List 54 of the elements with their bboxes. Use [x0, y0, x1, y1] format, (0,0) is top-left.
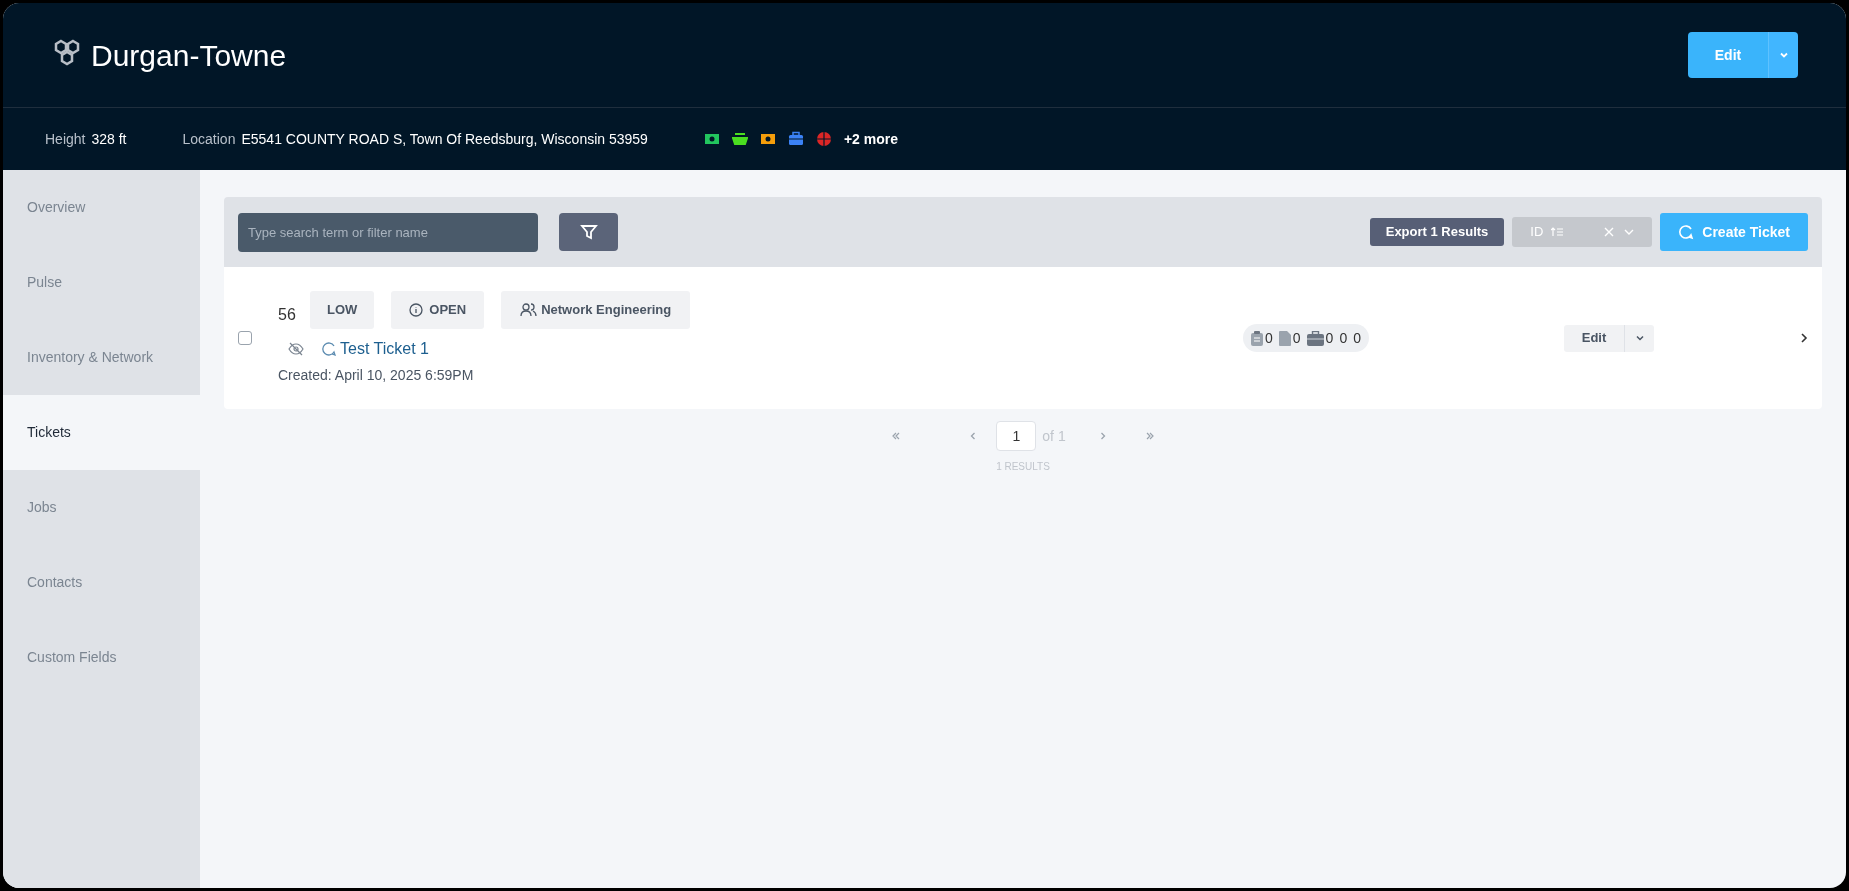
edit-button[interactable]: Edit	[1688, 32, 1768, 78]
ticket-id: 56	[278, 304, 297, 325]
caret-icon	[1778, 50, 1789, 60]
field-value: E5541 COUNTY ROAD S, Town Of Reedsburg, Wisconsin 53959	[241, 129, 648, 149]
eye-off-icon	[288, 341, 304, 356]
last-page-icon[interactable]	[1145, 432, 1154, 440]
sort-icon	[1551, 227, 1564, 237]
file-icon	[1278, 330, 1291, 346]
refresh-icon	[322, 341, 336, 356]
info-icon	[409, 302, 424, 317]
search-field[interactable]: Type search term or filter name	[238, 212, 538, 252]
sidebar-item[interactable]: Jobs	[3, 470, 200, 545]
clipboard-icon	[1251, 330, 1263, 346]
ticket-edit-button[interactable]: Edit	[1564, 324, 1624, 352]
field-label: Location	[182, 129, 236, 149]
ticket-title-link[interactable]: Test Ticket 1	[340, 336, 429, 361]
next-page-icon[interactable]	[1099, 432, 1106, 440]
team-text: Network Engineering	[541, 300, 672, 319]
priority-badge: LOW	[310, 290, 375, 329]
filter-button[interactable]	[559, 213, 618, 251]
count-value: 0	[1325, 328, 1334, 348]
previous-page-icon[interactable]	[970, 432, 977, 440]
clear-icon[interactable]	[1604, 227, 1615, 237]
ticket-checkbox[interactable]	[238, 331, 252, 345]
filter-icon	[578, 222, 599, 242]
created-date: Created: April 10, 2025 6:59PM	[278, 365, 475, 385]
sidebar-item[interactable]: Pulse	[3, 245, 200, 320]
first-page-icon[interactable]	[892, 432, 901, 440]
sidebar-item[interactable]: Inventory & Network	[3, 320, 200, 395]
dropdown-button[interactable]	[1768, 32, 1798, 78]
status-text: OPEN	[429, 300, 467, 319]
sidebar-item[interactable]: Contacts	[3, 545, 200, 620]
chevron-right-icon[interactable]	[1800, 332, 1808, 344]
caret-icon[interactable]	[1624, 227, 1635, 237]
briefcase-icon	[1306, 330, 1324, 346]
field-value: 328 ft	[91, 129, 127, 149]
page-field[interactable]: 1	[996, 421, 1037, 451]
users-icon	[520, 302, 538, 317]
more-tags-link[interactable]: +2 more	[843, 128, 898, 150]
field-label: Height	[45, 129, 86, 149]
sidebar-item[interactable]: Overview	[3, 170, 200, 245]
refresh-icon	[1678, 224, 1695, 240]
site-title: Durgan-Towne	[91, 37, 287, 74]
dropdown-button[interactable]	[1624, 324, 1654, 352]
count-value: 0	[1265, 328, 1273, 348]
caret-icon	[1634, 333, 1645, 343]
create-ticket-button[interactable]: Create Ticket	[1660, 213, 1808, 251]
sidebar-item[interactable]: Custom Fields	[3, 620, 200, 695]
sort-select[interactable]: ID	[1512, 217, 1653, 247]
export-button[interactable]: Export 1 Results	[1369, 218, 1505, 246]
count-value: 0	[1353, 328, 1361, 348]
count-value: 0	[1292, 328, 1301, 348]
sidebar-item[interactable]: Tickets	[3, 395, 200, 470]
count-value: 0	[1339, 328, 1348, 348]
